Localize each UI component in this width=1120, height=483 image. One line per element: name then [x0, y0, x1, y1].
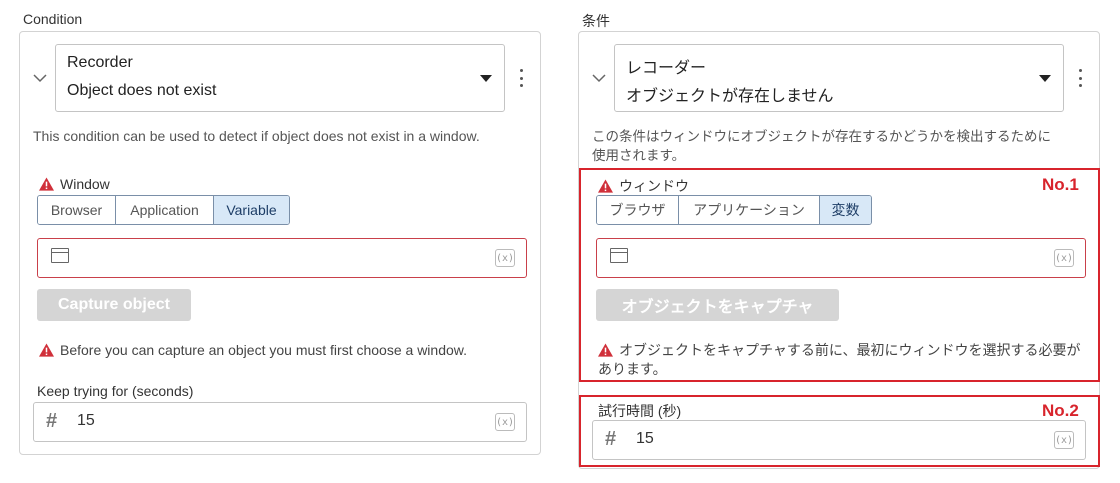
left-timeout-input[interactable]: # 15 (x) — [33, 402, 527, 442]
left-window-label-text: Window — [60, 176, 110, 192]
right-condition-name: オブジェクトが存在しません — [626, 86, 834, 105]
right-condition-dropdown[interactable]: レコーダー オブジェクトが存在しません — [614, 44, 1064, 112]
left-target-selector: Browser Application Variable — [37, 195, 290, 225]
warning-icon — [39, 177, 54, 191]
window-icon — [51, 248, 69, 263]
hash-icon: # — [46, 410, 58, 432]
right-section-label: 条件 — [582, 13, 610, 29]
left-more-menu[interactable] — [516, 67, 526, 89]
left-timeout-value: 15 — [77, 412, 95, 429]
warning-icon — [39, 343, 54, 357]
caret-down-icon — [480, 75, 492, 82]
left-collapse-toggle[interactable] — [30, 68, 50, 88]
left-condition-description: This condition can be used to detect if … — [33, 128, 480, 144]
highlight-label-2: No.2 — [1042, 401, 1079, 420]
caret-down-icon — [1039, 75, 1051, 82]
left-capture-note: Before you can capture an object you mus… — [39, 341, 529, 360]
left-capture-note-text: Before you can capture an object you mus… — [60, 342, 468, 358]
left-window-input[interactable]: (x) — [37, 238, 527, 278]
left-condition-dropdown[interactable]: Recorder Object does not exist — [55, 44, 505, 112]
right-collapse-toggle[interactable] — [589, 68, 609, 88]
left-target-browser[interactable]: Browser — [38, 196, 116, 224]
left-timeout-variable-button[interactable]: (x) — [495, 413, 515, 431]
highlight-box-2 — [579, 395, 1100, 467]
left-window-label: Window — [39, 176, 110, 192]
left-section-label: Condition — [23, 11, 83, 27]
left-module-name: Recorder — [67, 54, 133, 71]
left-window-variable-button[interactable]: (x) — [495, 249, 515, 267]
right-module-name: レコーダー — [626, 58, 707, 77]
kebab-menu-icon — [519, 69, 523, 72]
left-target-variable[interactable]: Variable — [214, 196, 289, 224]
highlight-box-1 — [579, 168, 1100, 382]
left-condition-panel: Recorder Object does not exist This cond… — [19, 31, 541, 455]
kebab-menu-icon — [1078, 69, 1082, 72]
chevron-down-icon — [33, 73, 47, 82]
left-capture-object-button[interactable]: Capture object — [37, 289, 191, 321]
left-target-application[interactable]: Application — [116, 196, 214, 224]
chevron-down-icon — [592, 73, 606, 82]
highlight-label-1: No.1 — [1042, 175, 1079, 194]
left-timeout-label: Keep trying for (seconds) — [37, 383, 194, 399]
right-more-menu[interactable] — [1075, 67, 1085, 89]
right-condition-description: この条件はウィンドウにオブジェクトが存在するかどうかを検出するために使用されます… — [592, 129, 1051, 163]
left-condition-name: Object does not exist — [67, 82, 217, 99]
